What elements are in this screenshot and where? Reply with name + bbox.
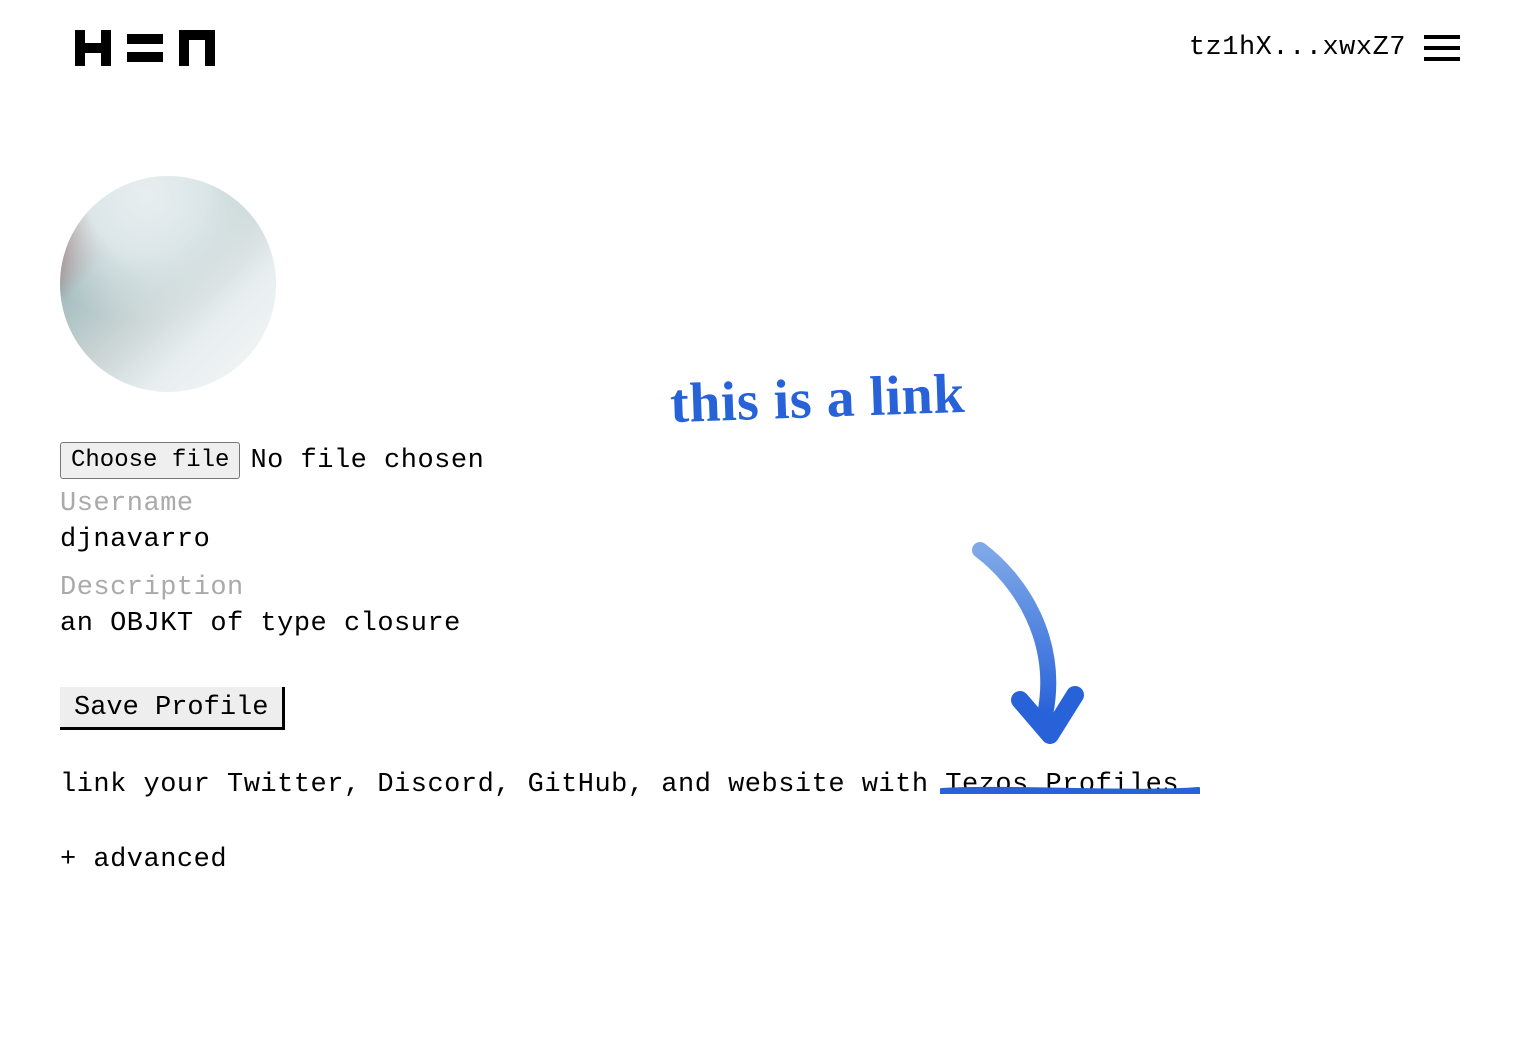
profile-form: Choose file No file chosen Username djna… <box>0 66 1530 875</box>
username-field[interactable]: djnavarro <box>60 525 1470 555</box>
wallet-address[interactable]: tz1hX...xwxZ7 <box>1189 33 1406 63</box>
description-label: Description <box>60 573 1470 603</box>
link-text-prefix: link your Twitter, Discord, GitHub, and … <box>60 770 945 800</box>
username-label: Username <box>60 489 1470 519</box>
avatar <box>60 176 276 392</box>
save-profile-button[interactable]: Save Profile <box>60 687 285 730</box>
file-status-text: No file chosen <box>250 446 484 476</box>
choose-file-button[interactable]: Choose file <box>60 442 240 479</box>
logo-icon[interactable] <box>75 30 215 66</box>
link-accounts-text: link your Twitter, Discord, GitHub, and … <box>60 770 1470 800</box>
menu-icon[interactable] <box>1424 35 1460 61</box>
header: tz1hX...xwxZ7 <box>0 0 1530 66</box>
file-input-row: Choose file No file chosen <box>60 442 1470 479</box>
tezos-profiles-link[interactable]: Tezos Profiles <box>945 770 1179 800</box>
header-right: tz1hX...xwxZ7 <box>1189 33 1460 63</box>
advanced-toggle[interactable]: + advanced <box>60 845 1470 875</box>
description-field[interactable]: an OBJKT of type closure <box>60 609 1470 639</box>
